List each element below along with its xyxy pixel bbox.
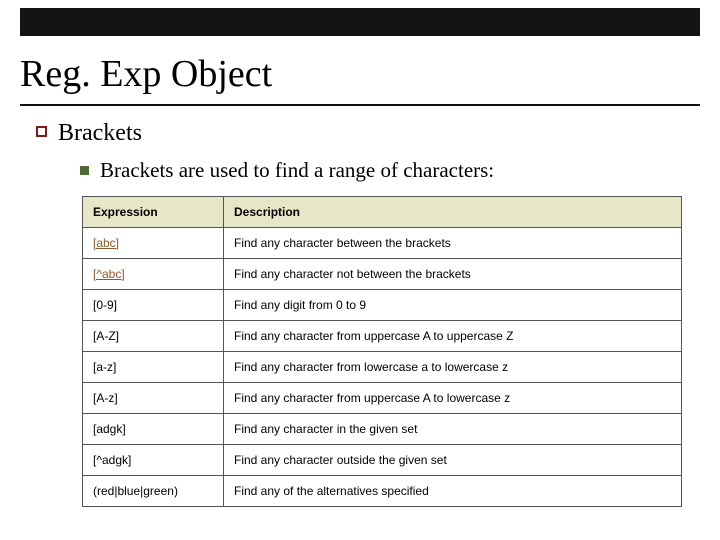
cell-description: Find any character between the brackets <box>224 228 682 259</box>
expression-link[interactable]: [abc] <box>93 236 119 250</box>
table-row: [^adgk]Find any character outside the gi… <box>83 445 682 476</box>
col-expression: Expression <box>83 197 224 228</box>
cell-expression: (red|blue|green) <box>83 476 224 507</box>
cell-expression: [^abc] <box>83 259 224 290</box>
table-row: [a-z]Find any character from lowercase a… <box>83 352 682 383</box>
cell-description: Find any character outside the given set <box>224 445 682 476</box>
table-row: [abc] Find any character between the brac… <box>83 228 682 259</box>
title-underline <box>20 104 700 106</box>
expression-link[interactable]: [^abc] <box>93 267 125 281</box>
table-row: [0-9]Find any digit from 0 to 9 <box>83 290 682 321</box>
cell-description: Find any character in the given set <box>224 414 682 445</box>
table-row: [^abc] Find any character not between the… <box>83 259 682 290</box>
page-title: Reg. Exp Object <box>20 52 272 96</box>
table-row: [adgk]Find any character in the given se… <box>83 414 682 445</box>
table-row: [A-Z]Find any character from uppercase A… <box>83 321 682 352</box>
slide: Reg. Exp Object Brackets Brackets are us… <box>0 0 720 540</box>
cell-description: Find any digit from 0 to 9 <box>224 290 682 321</box>
cell-description: Find any character from uppercase A to l… <box>224 383 682 414</box>
square-bullet-icon <box>36 126 47 137</box>
cell-expression: [a-z] <box>83 352 224 383</box>
top-bar <box>20 8 700 36</box>
cell-expression: [^adgk] <box>83 445 224 476</box>
cell-description: Find any character from uppercase A to u… <box>224 321 682 352</box>
col-description: Description <box>224 197 682 228</box>
table-header-row: Expression Description <box>83 197 682 228</box>
cell-expression: [adgk] <box>83 414 224 445</box>
brackets-table: Expression Description [abc] Find any cha… <box>82 196 682 507</box>
bullet-level1: Brackets <box>58 120 142 147</box>
cell-description: Find any character not between the brack… <box>224 259 682 290</box>
cell-expression: [A-z] <box>83 383 224 414</box>
cell-expression: [A-Z] <box>83 321 224 352</box>
cell-expression: [abc] <box>83 228 224 259</box>
cell-expression: [0-9] <box>83 290 224 321</box>
table-row: [A-z]Find any character from uppercase A… <box>83 383 682 414</box>
cell-description: Find any character from lowercase a to l… <box>224 352 682 383</box>
table-row: (red|blue|green)Find any of the alternat… <box>83 476 682 507</box>
cell-description: Find any of the alternatives specified <box>224 476 682 507</box>
square-bullet-icon <box>80 166 89 175</box>
bullet-level2: Brackets are used to find a range of cha… <box>100 158 494 183</box>
